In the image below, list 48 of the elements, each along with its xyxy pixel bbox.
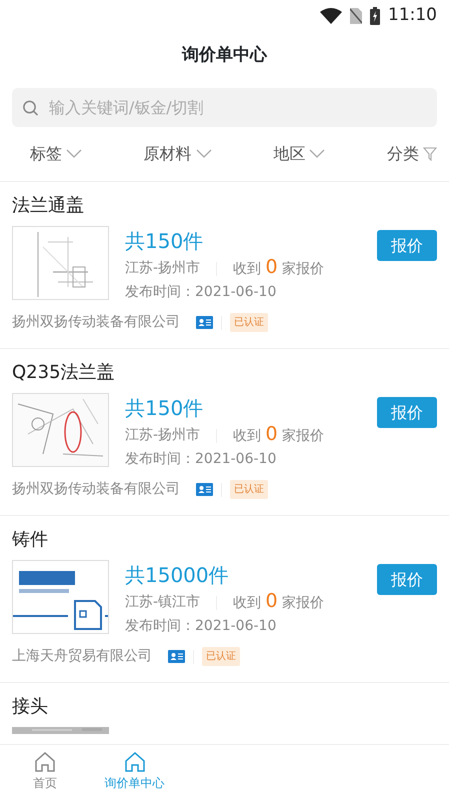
filter-dropdown[interactable]: 标签 [30,142,82,166]
quote-count-text: 收到 0 家报价 [233,256,324,280]
quantity-text: 共15000件 [125,563,229,587]
verified-badge: 已认证 [230,480,268,499]
item-title: 法兰通盖 [12,195,84,216]
quote-count-text: 收到 0 家报价 [233,590,324,614]
page-title: 询价单中心 [182,44,267,68]
tab-bar-item[interactable]: 首页 [0,745,90,800]
filter-dropdown[interactable]: 地区 [273,142,326,166]
filter-dropdown[interactable]: 原材料 [144,142,212,166]
home-icon [122,750,147,774]
tab-bar-item[interactable]: 询价单中心 [90,745,180,800]
quote-count-text: 收到 0 家报价 [233,423,324,447]
search-icon [22,98,39,116]
chevron-down-icon [66,149,82,159]
company-name: 上海天舟贸易有限公司 [12,647,152,666]
region-text: 江苏-镇江市 [125,593,200,612]
region-text: 江苏-扬州市 [125,259,200,278]
wifi-icon [320,8,342,24]
battery-icon [370,7,380,25]
publish-date: 发布时间：2021-06-10 [125,284,276,300]
business-card-icon [196,483,213,496]
region-text: 江苏-扬州市 [125,426,200,445]
search-field[interactable]: 输入关键词/钣金/切割 [46,94,427,120]
quantity-text: 共150件 [125,396,204,420]
clock-time: 11:10 [388,4,437,28]
item-title: Q235法兰盖 [12,362,115,383]
quote-button[interactable]: 报价 [377,397,437,428]
quote-button[interactable]: 报价 [377,564,437,595]
company-name: 扬州双扬传动装备有限公司 [12,480,180,499]
no-sim-icon [350,8,362,24]
business-card-icon [196,316,213,329]
home-icon [32,750,57,774]
publish-date: 发布时间：2021-06-10 [125,451,276,467]
business-card-icon [168,650,185,663]
item-title: 铸件 [12,529,48,550]
verified-badge: 已认证 [230,313,268,332]
filter-icon [422,147,437,161]
chevron-down-icon [309,149,326,159]
company-name: 扬州双扬传动装备有限公司 [12,313,180,332]
chevron-down-icon [196,149,212,159]
search-bar[interactable]: 输入关键词/钣金/切割 [12,88,437,127]
publish-date: 发布时间：2021-06-10 [125,618,276,634]
filter-dropdown[interactable]: 分类 [386,142,437,166]
quantity-text: 共150件 [125,229,204,253]
verified-badge: 已认证 [202,647,240,666]
quote-button[interactable]: 报价 [377,230,437,261]
item-title: 接头 [12,696,48,717]
